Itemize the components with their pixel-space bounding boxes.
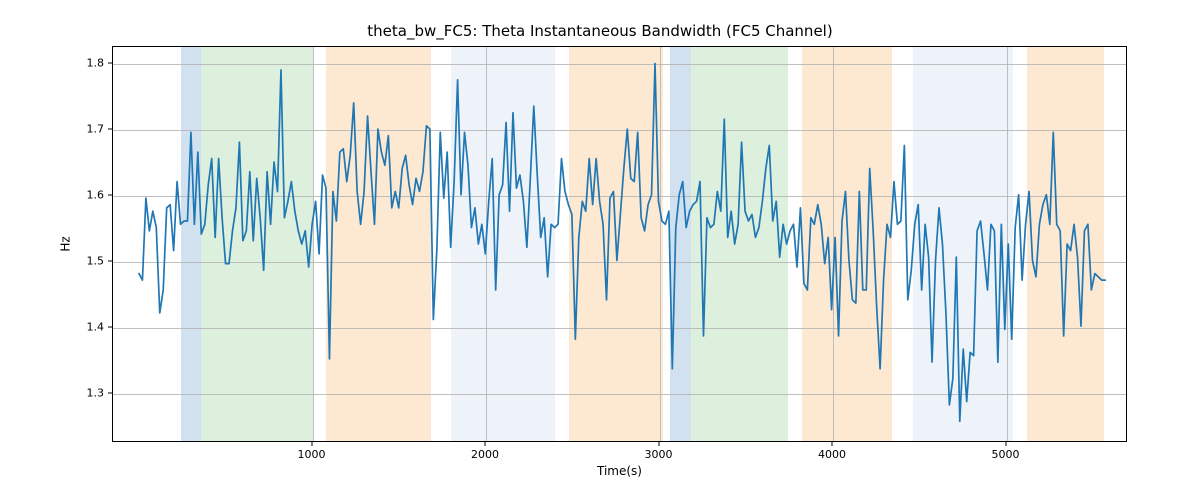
line-series (113, 47, 1126, 441)
plot-area (112, 46, 1127, 442)
ytick-label: 1.7 (87, 122, 113, 135)
xtick-label: 3000 (645, 442, 673, 461)
chart-title: theta_bw_FC5: Theta Instantaneous Bandwi… (0, 22, 1200, 40)
axes: Hz Time(s) 1.31.41.51.61.71.810002000300… (112, 46, 1127, 442)
x-axis-label: Time(s) (112, 464, 1127, 478)
ytick-label: 1.8 (87, 56, 113, 69)
figure: theta_bw_FC5: Theta Instantaneous Bandwi… (0, 0, 1200, 500)
line-path (139, 63, 1105, 421)
xtick-label: 2000 (471, 442, 499, 461)
xtick-label: 5000 (992, 442, 1020, 461)
ytick-label: 1.6 (87, 188, 113, 201)
ytick-label: 1.5 (87, 254, 113, 267)
y-axis-label: Hz (59, 236, 73, 251)
ytick-label: 1.3 (87, 386, 113, 399)
ytick-label: 1.4 (87, 320, 113, 333)
xtick-label: 1000 (298, 442, 326, 461)
xtick-label: 4000 (818, 442, 846, 461)
